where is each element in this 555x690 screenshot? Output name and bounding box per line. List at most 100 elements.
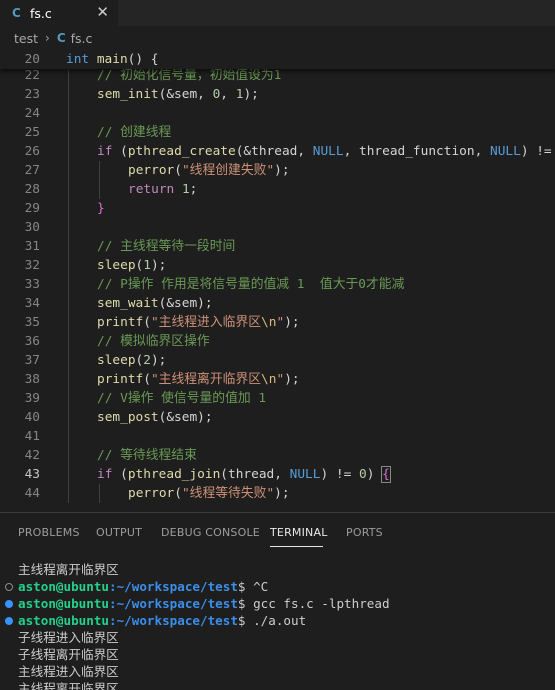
- code-token: ) !=: [520, 144, 552, 159]
- command-success-icon[interactable]: [5, 599, 13, 608]
- breadcrumb-file[interactable]: fs.c: [71, 31, 93, 46]
- code-comment: // 等待线程结束: [97, 448, 197, 463]
- indent-guide: [68, 484, 69, 503]
- code-text: }: [97, 199, 105, 218]
- indent-guide: [68, 199, 69, 218]
- code-line[interactable]: 27 perror("线程创建失败");: [0, 161, 555, 180]
- indent-guide: [68, 256, 69, 275]
- code-token: , thread_function,: [343, 144, 490, 159]
- code-token: if: [97, 467, 113, 482]
- indent-guide: [99, 161, 100, 180]
- code-token: (: [112, 467, 128, 482]
- code-lines[interactable]: 22// 初始化信号量，初始值设为1 23 sem_init(&sem, 0, 1)…: [0, 50, 555, 512]
- code-token: sleep: [97, 258, 136, 273]
- indent-guide: [68, 180, 69, 199]
- code-line[interactable]: 38 printf("主线程离开临界区\n");: [0, 370, 555, 389]
- code-token: perror: [128, 163, 175, 178]
- code-line[interactable]: 37 sleep(2);: [0, 351, 555, 370]
- code-token: int: [66, 52, 90, 67]
- code-line[interactable]: 39 // V操作 使信号量的值加 1: [0, 389, 555, 408]
- code-editor[interactable]: 22// 初始化信号量，初始值设为1 23 sem_init(&sem, 0, 1)…: [0, 50, 555, 512]
- code-token: printf: [97, 315, 144, 330]
- terminal[interactable]: 主线程离开临界区 aston@ubuntu:~/workspace/test$ ^…: [0, 551, 555, 690]
- code-line[interactable]: 28 return 1;: [0, 180, 555, 199]
- code-line[interactable]: 43 if (pthread_join(thread, NULL) != 0) {: [0, 465, 555, 484]
- code-token: perror: [128, 486, 175, 501]
- indent-guide: [68, 161, 69, 180]
- command-default-icon[interactable]: [5, 582, 13, 591]
- tab-terminal[interactable]: TERMINAL: [270, 526, 328, 539]
- code-token: sem_post: [97, 410, 159, 425]
- code-token: (: [174, 486, 182, 501]
- code-line[interactable]: 24: [0, 104, 555, 123]
- code-line[interactable]: 30: [0, 218, 555, 237]
- code-text: // 主线程等待一段时间: [97, 237, 235, 256]
- line-number: 41: [24, 429, 40, 444]
- prompt-path: :~/workspace/test: [109, 596, 238, 611]
- indent-guide: [68, 104, 69, 123]
- code-comment: // V操作 使信号量的值加 1: [97, 391, 267, 406]
- prompt-path: :~/workspace/test: [109, 579, 238, 594]
- code-text: // 模拟临界区操作: [97, 332, 210, 351]
- code-line[interactable]: 32 sleep(1);: [0, 256, 555, 275]
- code-text: perror("线程创建失败");: [128, 161, 290, 180]
- code-text: // P操作 作用是将信号量的值减 1 值大于0才能减: [97, 275, 404, 294]
- code-token: pthread_create: [127, 144, 236, 159]
- code-token: printf: [97, 372, 144, 387]
- prompt-command: $ gcc fs.c -lpthread: [237, 596, 390, 611]
- code-token: ): [366, 467, 383, 482]
- line-number: 39: [24, 391, 40, 406]
- code-token: );: [274, 486, 290, 501]
- line-number: 43: [24, 467, 40, 482]
- line-number: 27: [24, 163, 40, 178]
- code-comment: // 主线程等待一段时间: [97, 239, 236, 254]
- code-text: // 等待线程结束: [97, 446, 197, 465]
- code-token: );: [150, 353, 167, 368]
- code-token: "线程创建失败": [181, 163, 275, 178]
- code-line[interactable]: 26 if (pthread_create(&thread, NULL, thre…: [0, 142, 555, 161]
- tab-debug-console[interactable]: DEBUG CONSOLE: [161, 526, 260, 539]
- code-line[interactable]: 33 // P操作 作用是将信号量的值减 1 值大于0才能减: [0, 275, 555, 294]
- terminal-output-line: 主线程离开临界区: [18, 562, 119, 577]
- tab-output[interactable]: OUTPUT: [96, 526, 142, 539]
- terminal-output-line: 子线程离开临界区: [18, 647, 119, 662]
- code-line[interactable]: 35 printf("主线程进入临界区\n");: [0, 313, 555, 332]
- code-line[interactable]: 44 perror("线程等待失败");: [0, 484, 555, 503]
- code-text: sem_init(&sem, 0, 1);: [97, 85, 259, 104]
- close-icon[interactable]: ✕: [96, 3, 109, 21]
- code-line[interactable]: 23 sem_init(&sem, 0, 1);: [0, 85, 555, 104]
- code-line[interactable]: 40 sem_post(&sem);: [0, 408, 555, 427]
- line-number: 35: [24, 315, 40, 330]
- code-text: return 1;: [128, 180, 197, 199]
- code-token: main: [96, 52, 128, 67]
- code-line[interactable]: 29}: [0, 199, 555, 218]
- code-line[interactable]: 20 int main() {: [0, 50, 555, 69]
- code-token: (&sem,: [158, 87, 213, 102]
- code-text: int main() {: [66, 50, 159, 69]
- indent-guide: [68, 389, 69, 408]
- line-number: 38: [24, 372, 40, 387]
- code-line[interactable]: 31 // 主线程等待一段时间: [0, 237, 555, 256]
- sticky-scroll-header[interactable]: 20 int main() {: [0, 50, 555, 69]
- tab-ports[interactable]: PORTS: [346, 526, 383, 539]
- indent-guide: [68, 294, 69, 313]
- code-token: (&sem);: [158, 296, 213, 311]
- code-token: );: [284, 372, 300, 387]
- tab-problems[interactable]: PROBLEMS: [18, 526, 80, 539]
- line-number: 28: [24, 182, 40, 197]
- breadcrumb-folder[interactable]: test: [14, 31, 38, 46]
- code-line[interactable]: 36 // 模拟临界区操作: [0, 332, 555, 351]
- code-line[interactable]: 34 sem_wait(&sem);: [0, 294, 555, 313]
- code-token: () {: [127, 52, 159, 67]
- code-token: "主线程离开临界区: [150, 372, 262, 387]
- code-text: printf("主线程离开临界区\n");: [97, 370, 300, 389]
- code-token: 2: [143, 353, 151, 368]
- indent-guide: [68, 351, 69, 370]
- code-line[interactable]: 25 // 创建线程: [0, 123, 555, 142]
- tab-fs-c[interactable]: C fs.c ✕: [0, 0, 118, 26]
- prompt-command: $ ^C: [237, 579, 269, 594]
- command-success-icon[interactable]: [5, 616, 13, 625]
- code-comment: // 创建线程: [97, 125, 172, 140]
- code-line[interactable]: 41: [0, 427, 555, 446]
- code-line[interactable]: 42 // 等待线程结束: [0, 446, 555, 465]
